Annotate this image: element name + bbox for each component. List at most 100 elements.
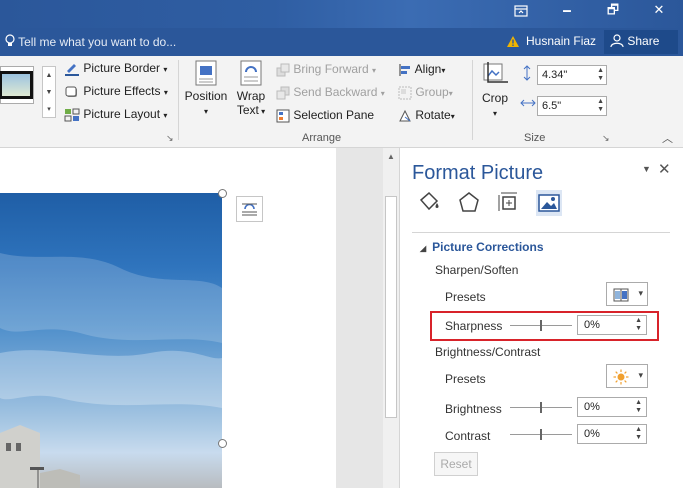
wrap-text-icon bbox=[240, 60, 262, 86]
tab-picture[interactable] bbox=[536, 190, 562, 216]
align-icon bbox=[399, 63, 410, 76]
selection-pane-icon bbox=[276, 109, 290, 123]
spinner-arrows-icon[interactable]: ▲ ▼ bbox=[635, 426, 642, 442]
brightness-presets-dropdown[interactable]: ▾ bbox=[606, 364, 648, 388]
tab-layout-properties[interactable] bbox=[496, 190, 522, 216]
size-properties-icon bbox=[498, 192, 517, 211]
contrast-spinner[interactable]: 0% ▲ ▼ bbox=[577, 424, 647, 444]
picture-border-label: Picture Border bbox=[83, 61, 161, 75]
tell-me-search[interactable]: Tell me what you want to do... bbox=[5, 34, 176, 49]
size-launcher-icon[interactable]: ↘ bbox=[602, 133, 610, 144]
ribbon-display-options-button[interactable] bbox=[498, 0, 544, 24]
slider-knob[interactable] bbox=[540, 429, 542, 440]
wrap-text-label-1: Wrap bbox=[236, 89, 266, 103]
pane-title: Format Picture bbox=[412, 162, 544, 184]
sharpen-soften-label: Sharpen/Soften bbox=[435, 263, 519, 277]
maximize-button[interactable]: 🗗 bbox=[590, 0, 636, 24]
person-icon bbox=[610, 34, 624, 48]
picture-style-gallery[interactable] bbox=[0, 66, 34, 104]
pane-divider bbox=[412, 232, 670, 233]
contrast-label: Contrast bbox=[445, 429, 491, 443]
height-spinner[interactable]: 4.34" ▲ ▼ bbox=[537, 65, 607, 85]
scrollbar-thumb[interactable] bbox=[385, 196, 397, 418]
send-backward-button[interactable]: Send Backward ▾ bbox=[276, 85, 385, 100]
document-page[interactable] bbox=[0, 148, 336, 488]
chevron-down-icon: ▾ bbox=[638, 288, 643, 298]
minimize-icon: 🗕 bbox=[562, 3, 572, 18]
section-label: Picture Corrections bbox=[432, 240, 544, 254]
wrap-text-button[interactable]: Wrap Text ▾ bbox=[234, 60, 268, 117]
width-spinner[interactable]: 6.5" ▲ ▼ bbox=[537, 96, 607, 116]
sun-icon bbox=[613, 369, 629, 385]
close-button[interactable]: ✕ bbox=[636, 0, 682, 24]
reset-button[interactable]: Reset bbox=[434, 452, 478, 476]
warning-icon bbox=[507, 36, 519, 47]
picture-styles-launcher-icon[interactable]: ↘ bbox=[166, 133, 174, 144]
crop-button[interactable]: Crop ▾ bbox=[480, 62, 510, 119]
share-button[interactable]: Share bbox=[604, 30, 678, 54]
document-area bbox=[0, 148, 383, 488]
picture-icon bbox=[538, 194, 560, 212]
spinner-arrows-icon[interactable]: ▲ ▼ bbox=[597, 98, 604, 114]
rotate-label: Rotate bbox=[415, 108, 451, 122]
slider-knob[interactable] bbox=[540, 402, 542, 413]
wrap-text-label-2: Text bbox=[236, 103, 259, 117]
bring-forward-label: Bring Forward bbox=[293, 62, 369, 76]
contrast-slider[interactable] bbox=[510, 429, 572, 440]
brightness-slider[interactable] bbox=[510, 402, 572, 413]
pane-options-icon[interactable]: ▼ bbox=[642, 164, 651, 174]
bring-forward-icon bbox=[276, 63, 290, 77]
picture-border-button[interactable]: Picture Border ▾ bbox=[64, 61, 167, 76]
user-name[interactable]: Husnain Fiaz bbox=[526, 34, 596, 48]
group-separator bbox=[178, 60, 179, 140]
picture-effects-icon bbox=[65, 86, 77, 97]
align-label: Align bbox=[414, 62, 442, 76]
picture-border-icon bbox=[65, 63, 79, 76]
resize-handle-right[interactable] bbox=[218, 439, 227, 448]
vertical-scrollbar[interactable]: ▲ bbox=[383, 148, 399, 488]
spinner-arrows-icon[interactable]: ▲ ▼ bbox=[635, 399, 642, 415]
picture-effects-button[interactable]: Picture Effects ▾ bbox=[64, 84, 168, 99]
align-button[interactable]: Align▾ bbox=[398, 62, 445, 77]
pentagon-icon bbox=[459, 192, 479, 212]
layout-options-button[interactable] bbox=[236, 196, 263, 222]
pane-close-icon[interactable]: ✕ bbox=[658, 160, 671, 178]
spinner-arrows-icon[interactable]: ▲ ▼ bbox=[597, 67, 604, 83]
contrast-value: 0% bbox=[584, 428, 600, 440]
group-button[interactable]: Group▾ bbox=[398, 85, 453, 100]
collapse-ribbon-icon[interactable]: ︿ bbox=[662, 130, 673, 146]
rotate-icon bbox=[399, 109, 411, 122]
picture-layout-label: Picture Layout bbox=[83, 107, 161, 121]
rotate-button[interactable]: Rotate▾ bbox=[398, 108, 455, 123]
maximize-icon: 🗗 bbox=[606, 3, 620, 18]
selection-pane-button[interactable]: Selection Pane bbox=[276, 108, 374, 123]
section-picture-corrections[interactable]: ◢ Picture Corrections bbox=[420, 240, 544, 254]
size-group-label: Size bbox=[524, 132, 546, 144]
position-button[interactable]: Position ▾ bbox=[184, 60, 228, 117]
arrange-group-label: Arrange bbox=[302, 132, 342, 144]
shape-width-icon bbox=[520, 99, 536, 107]
picture-layout-button[interactable]: Picture Layout ▾ bbox=[64, 107, 167, 122]
height-value: 4.34" bbox=[542, 69, 568, 81]
brightness-contrast-label: Brightness/Contrast bbox=[435, 345, 541, 359]
scroll-up-icon[interactable]: ▲ bbox=[387, 152, 395, 161]
group-label: Group bbox=[415, 85, 449, 99]
gallery-scroll[interactable]: ▲ ▼ ▾ bbox=[42, 66, 56, 118]
ribbon: ▲ ▼ ▾ Picture Border ▾ Picture Effects ▾ P… bbox=[0, 56, 683, 148]
picture-content bbox=[0, 253, 222, 488]
tab-fill-line[interactable] bbox=[416, 190, 442, 216]
crop-label: Crop bbox=[481, 91, 508, 105]
tab-effects[interactable] bbox=[456, 190, 482, 216]
picture-layout-icon bbox=[64, 108, 80, 122]
minimize-button[interactable]: 🗕 bbox=[544, 0, 590, 24]
selected-picture[interactable] bbox=[0, 193, 222, 488]
position-icon bbox=[195, 60, 217, 86]
sharpen-presets-dropdown[interactable]: ▾ bbox=[606, 282, 648, 306]
resize-handle-top-right[interactable] bbox=[218, 189, 227, 198]
send-backward-icon bbox=[276, 86, 290, 100]
send-backward-label: Send Backward bbox=[293, 85, 378, 99]
bring-forward-button[interactable]: Bring Forward ▾ bbox=[276, 62, 376, 77]
crop-icon bbox=[483, 62, 508, 83]
brightness-spinner[interactable]: 0% ▲ ▼ bbox=[577, 397, 647, 417]
paint-bucket-icon bbox=[419, 191, 439, 211]
